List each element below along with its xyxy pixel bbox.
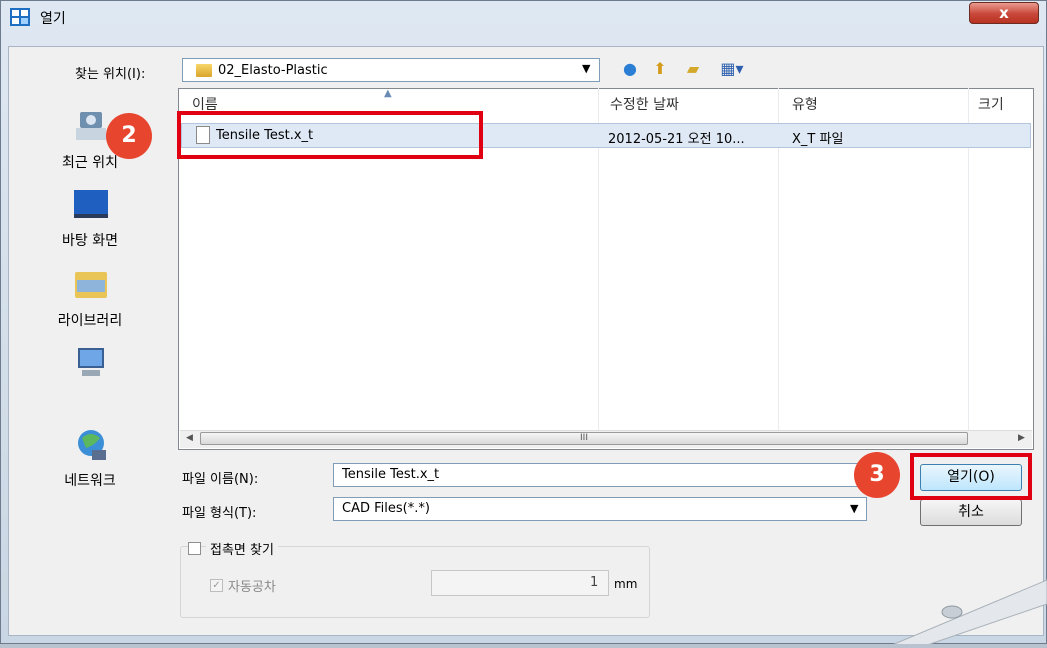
step-2-badge: 2 bbox=[106, 113, 152, 159]
places-bar: 최근 위치 바탕 화면 라이브러리 네트워크 bbox=[10, 88, 170, 634]
filetype-value: CAD Files(*.*) bbox=[342, 501, 430, 516]
auto-tolerance-checkbox[interactable]: ✓ bbox=[210, 579, 223, 592]
network-icon[interactable] bbox=[72, 426, 110, 464]
tolerance-field[interactable] bbox=[431, 570, 609, 596]
column-header-type[interactable]: 유형 bbox=[792, 94, 818, 114]
window-title: 열기 bbox=[40, 11, 66, 27]
background-specimen-image bbox=[860, 560, 1047, 648]
libraries-icon[interactable] bbox=[72, 266, 110, 304]
desktop-icon[interactable] bbox=[72, 186, 110, 224]
tolerance-value: 1 bbox=[590, 575, 599, 590]
column-header-size[interactable]: 크기 bbox=[978, 94, 1004, 114]
column-header-date[interactable]: 수정한 날짜 bbox=[610, 94, 679, 114]
scroll-right-icon[interactable]: ▶ bbox=[1018, 433, 1025, 443]
back-icon[interactable]: ● bbox=[620, 59, 640, 79]
lookin-value: 02_Elasto-Plastic bbox=[218, 63, 328, 78]
chevron-down-icon[interactable]: ▼ bbox=[850, 502, 858, 515]
lookin-label: 찾는 위치(I): bbox=[75, 67, 146, 82]
recent-places-icon[interactable] bbox=[72, 108, 110, 146]
file-date: 2012-05-21 오전 10... bbox=[608, 132, 745, 147]
sort-up-icon: ▲ bbox=[384, 88, 392, 99]
new-folder-icon[interactable]: ▰ bbox=[683, 59, 703, 79]
cancel-button[interactable]: 취소 bbox=[920, 499, 1022, 526]
highlight-file-box bbox=[177, 111, 483, 159]
file-type: X_T 파일 bbox=[792, 132, 844, 147]
step-3-badge: 3 bbox=[854, 452, 900, 498]
place-desktop[interactable]: 바탕 화면 bbox=[10, 230, 170, 250]
folder-icon bbox=[196, 64, 212, 77]
app-icon bbox=[10, 8, 30, 26]
auto-tolerance-label: 자동공차 bbox=[228, 580, 276, 595]
filename-label: 파일 이름(N): bbox=[182, 472, 259, 487]
highlight-open-box bbox=[910, 453, 1032, 500]
filename-value: Tensile Test.x_t bbox=[342, 467, 440, 482]
title-bar: 열기 x bbox=[0, 0, 1047, 34]
chevron-down-icon[interactable]: ▼ bbox=[582, 62, 590, 75]
contact-group-label: 접촉면 찾기 bbox=[206, 539, 278, 558]
place-recent[interactable]: 최근 위치 bbox=[10, 152, 170, 172]
filetype-label: 파일 형식(T): bbox=[182, 506, 257, 521]
place-libraries[interactable]: 라이브러리 bbox=[10, 310, 170, 330]
scroll-left-icon[interactable]: ◀ bbox=[186, 433, 193, 443]
scroll-thumb[interactable]: III bbox=[200, 432, 968, 445]
view-menu-icon[interactable]: ▦▾ bbox=[715, 59, 749, 79]
up-folder-icon[interactable]: ⬆ bbox=[650, 59, 670, 79]
contact-checkbox[interactable] bbox=[188, 542, 201, 555]
close-button[interactable]: x bbox=[969, 2, 1039, 24]
computer-icon[interactable] bbox=[72, 344, 110, 382]
tolerance-unit: mm bbox=[614, 577, 638, 591]
place-network[interactable]: 네트워크 bbox=[10, 470, 170, 490]
